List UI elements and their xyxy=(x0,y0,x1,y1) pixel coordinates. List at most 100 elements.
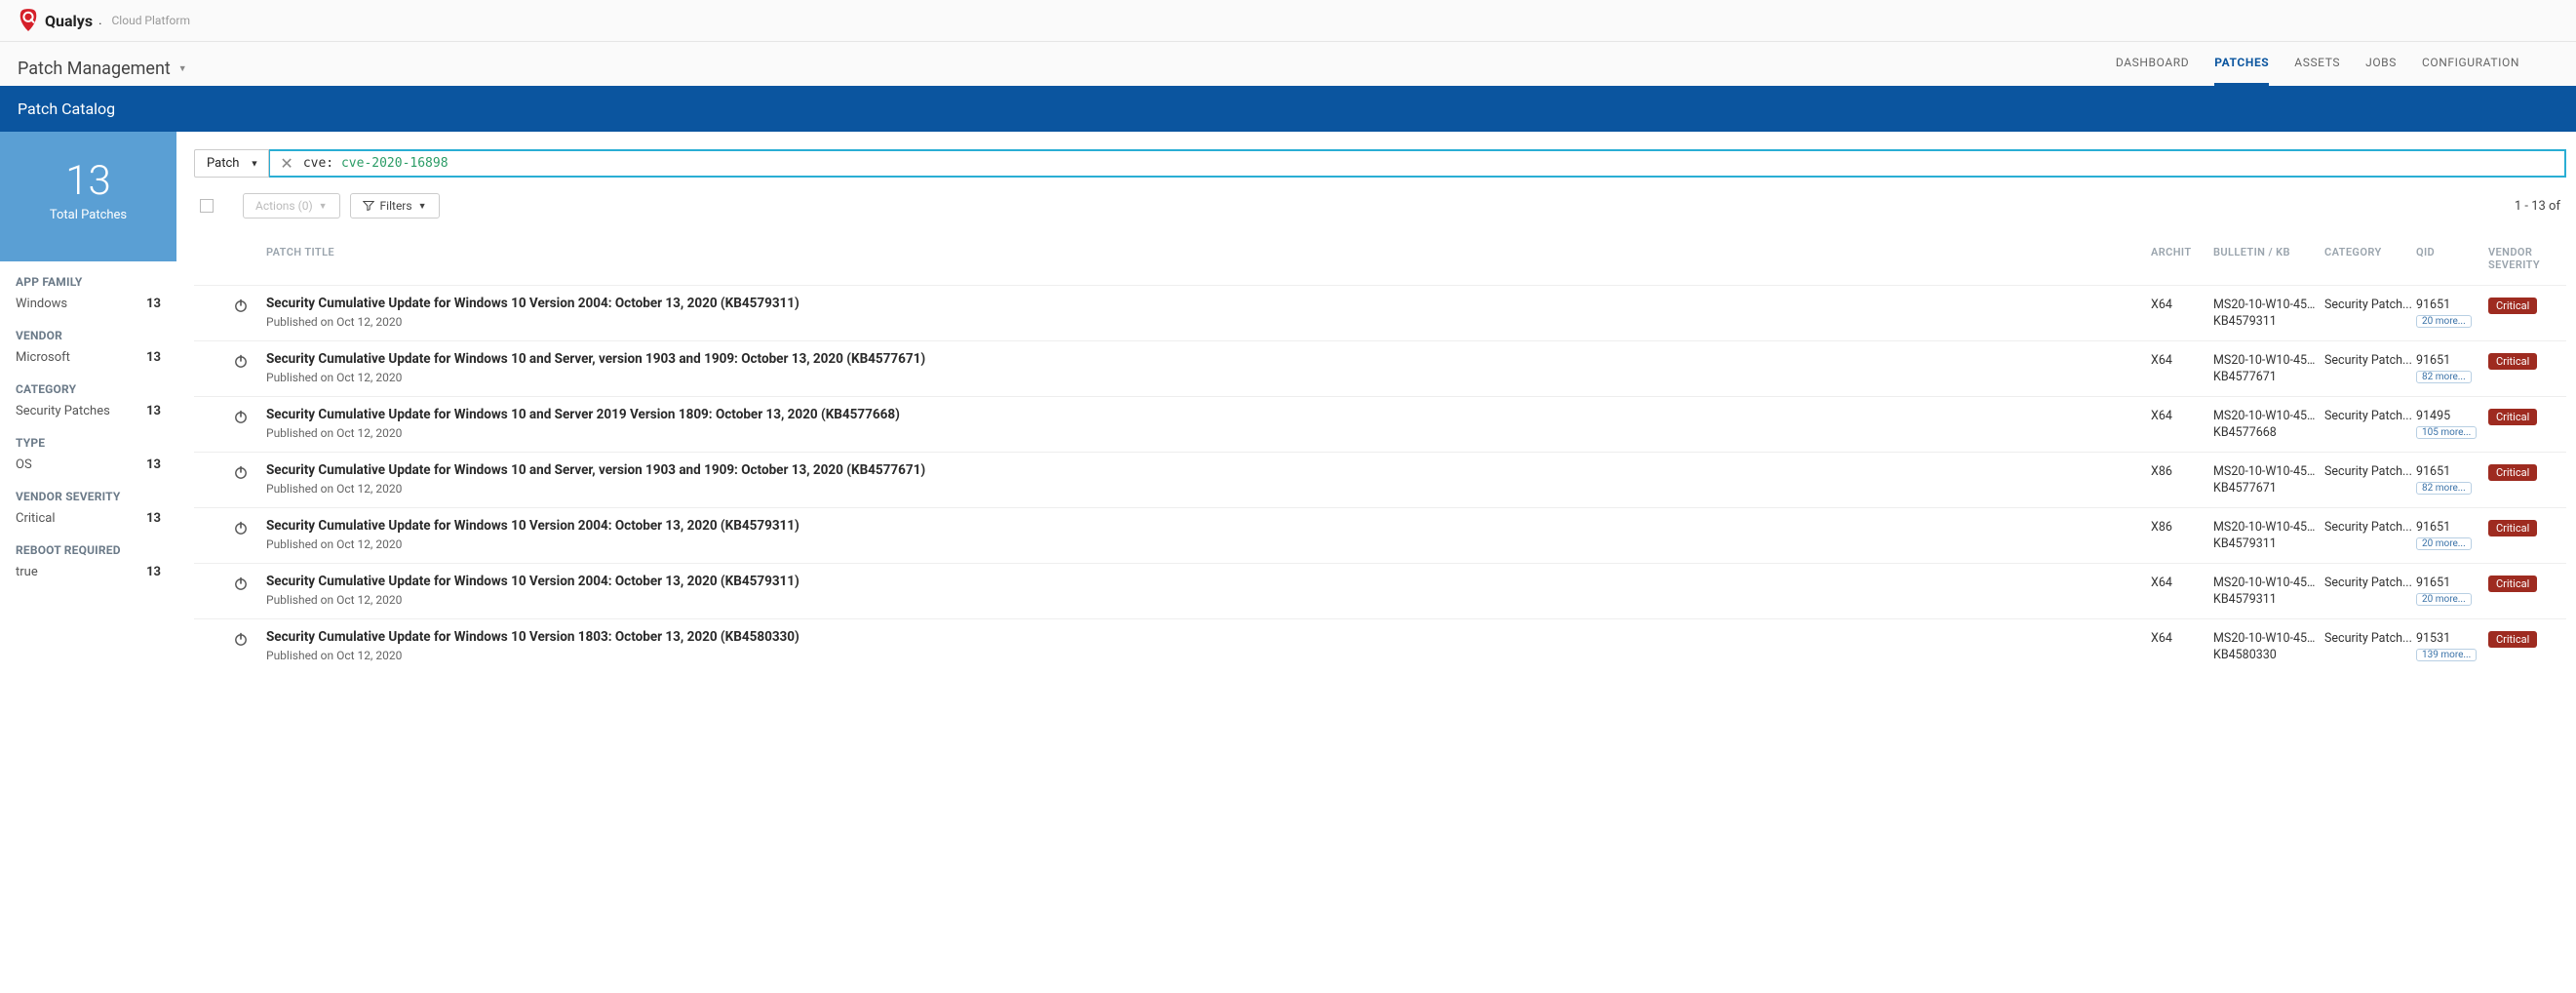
qid-more-pill[interactable]: 82 more... xyxy=(2416,371,2472,383)
col-severity[interactable]: VENDOR SEVERITY xyxy=(2488,246,2566,271)
category-cell: Security Patch... xyxy=(2324,407,2412,423)
facet-label: OS xyxy=(16,457,32,472)
facet-count: 13 xyxy=(146,297,161,311)
qid-cell: 9165120 more... xyxy=(2416,518,2484,550)
qid-cell: 9165120 more... xyxy=(2416,574,2484,606)
severity-cell: Critical xyxy=(2488,296,2566,314)
table-row[interactable]: Security Cumulative Update for Windows 1… xyxy=(194,396,2566,452)
patch-table: PATCH TITLE ARCHIT BULLETIN / KB CATEGOR… xyxy=(194,238,2566,674)
qid-more-pill[interactable]: 139 more... xyxy=(2416,649,2477,661)
funnel-icon xyxy=(363,200,374,212)
facet-row[interactable]: Security Patches13 xyxy=(16,402,161,420)
severity-cell: Critical xyxy=(2488,574,2566,592)
patch-title-cell: Security Cumulative Update for Windows 1… xyxy=(266,518,2147,551)
patch-published: Published on Oct 12, 2020 xyxy=(266,315,2147,329)
clear-icon[interactable]: ✕ xyxy=(280,156,293,172)
qid-more-pill[interactable]: 20 more... xyxy=(2416,593,2472,606)
arch-cell: X64 xyxy=(2151,574,2209,590)
facet-row[interactable]: true13 xyxy=(16,563,161,581)
table-row[interactable]: Security Cumulative Update for Windows 1… xyxy=(194,618,2566,674)
qid-more-pill[interactable]: 20 more... xyxy=(2416,315,2472,328)
facet-count: 13 xyxy=(146,457,161,472)
search-scope-select[interactable]: Patch xyxy=(194,149,269,178)
facet-row[interactable]: Windows 13 xyxy=(16,295,161,313)
facet-row[interactable]: Critical13 xyxy=(16,509,161,528)
nav-tab-assets[interactable]: ASSETS xyxy=(2294,52,2340,86)
facet-label: Microsoft xyxy=(16,350,70,365)
col-archit[interactable]: ARCHIT xyxy=(2151,246,2209,271)
nav-tab-dashboard[interactable]: DASHBOARD xyxy=(2116,52,2189,86)
facet-row[interactable]: OS 13 xyxy=(16,456,161,474)
qualys-shield-icon xyxy=(18,8,39,33)
severity-badge: Critical xyxy=(2488,520,2537,536)
col-bulletin[interactable]: BULLETIN / KB xyxy=(2213,246,2321,271)
reboot-icon xyxy=(194,574,262,591)
search-input[interactable]: ✕ cve: cve-2020-16898 xyxy=(268,149,2566,178)
patch-title[interactable]: Security Cumulative Update for Windows 1… xyxy=(266,462,2147,480)
severity-cell: Critical xyxy=(2488,462,2566,481)
qid-cell: 91495105 more... xyxy=(2416,407,2484,439)
table-row[interactable]: Security Cumulative Update for Windows 1… xyxy=(194,340,2566,396)
facet-title: VENDOR xyxy=(16,329,161,342)
table-row[interactable]: Security Cumulative Update for Windows 1… xyxy=(194,285,2566,340)
severity-badge: Critical xyxy=(2488,298,2537,314)
facet-title: APP FAMILY xyxy=(16,275,161,289)
col-qid[interactable]: QID xyxy=(2416,246,2484,271)
qid-cell: 9165182 more... xyxy=(2416,351,2484,383)
select-all-checkbox[interactable] xyxy=(200,199,214,213)
nav-tab-patches[interactable]: PATCHES xyxy=(2214,52,2269,86)
category-cell: Security Patch... xyxy=(2324,629,2412,646)
nav-tab-jobs[interactable]: JOBS xyxy=(2365,52,2397,86)
patch-title[interactable]: Security Cumulative Update for Windows 1… xyxy=(266,629,2147,647)
category-cell: Security Patch... xyxy=(2324,296,2412,312)
reboot-icon xyxy=(194,351,262,369)
qid-more-pill[interactable]: 82 more... xyxy=(2416,482,2472,495)
col-category[interactable]: CATEGORY xyxy=(2324,246,2412,271)
reboot-icon xyxy=(194,518,262,536)
patch-title[interactable]: Security Cumulative Update for Windows 1… xyxy=(266,574,2147,591)
severity-cell: Critical xyxy=(2488,407,2566,425)
facet-group: CATEGORY Security Patches13 xyxy=(16,382,161,420)
patch-title-cell: Security Cumulative Update for Windows 1… xyxy=(266,296,2147,329)
facet-title: VENDOR SEVERITY xyxy=(16,490,161,503)
actions-button[interactable]: Actions (0) ▼ xyxy=(243,193,340,218)
facet-label: Windows xyxy=(16,297,67,311)
patch-title-cell: Security Cumulative Update for Windows 1… xyxy=(266,462,2147,496)
severity-badge: Critical xyxy=(2488,409,2537,425)
patch-title[interactable]: Security Cumulative Update for Windows 1… xyxy=(266,351,2147,369)
facet-label: Critical xyxy=(16,511,55,526)
search-row: Patch ✕ cve: cve-2020-16898 xyxy=(194,149,2566,178)
qid-more-pill[interactable]: 105 more... xyxy=(2416,426,2477,439)
facet-group: VENDOR SEVERITY Critical13 xyxy=(16,490,161,528)
facet-title: REBOOT REQUIRED xyxy=(16,543,161,557)
chevron-down-icon: ▼ xyxy=(319,201,328,212)
facet-count: 13 xyxy=(146,565,161,579)
facet-row[interactable]: Microsoft13 xyxy=(16,348,161,367)
reboot-icon xyxy=(194,407,262,424)
bulletin-cell: MS20-10-W10-457...KB4579311 xyxy=(2213,296,2321,329)
table-row[interactable]: Security Cumulative Update for Windows 1… xyxy=(194,507,2566,563)
nav-tab-configuration[interactable]: CONFIGURATION xyxy=(2422,52,2519,86)
patch-title-cell: Security Cumulative Update for Windows 1… xyxy=(266,351,2147,384)
filters-button[interactable]: Filters ▼ xyxy=(350,193,440,218)
severity-cell: Critical xyxy=(2488,518,2566,536)
patch-title[interactable]: Security Cumulative Update for Windows 1… xyxy=(266,296,2147,313)
filters-label: Filters xyxy=(380,199,412,213)
col-title[interactable]: PATCH TITLE xyxy=(266,246,2147,271)
actions-label: Actions (0) xyxy=(255,199,313,213)
table-row[interactable]: Security Cumulative Update for Windows 1… xyxy=(194,452,2566,507)
chevron-down-icon: ▼ xyxy=(418,201,427,212)
facet-list: APP FAMILYWindows13VENDORMicrosoft13CATE… xyxy=(0,261,176,611)
qid-cell: 9165120 more... xyxy=(2416,296,2484,328)
table-row[interactable]: Security Cumulative Update for Windows 1… xyxy=(194,563,2566,618)
brand-name: Qualys xyxy=(45,12,93,30)
facet-title: CATEGORY xyxy=(16,382,161,396)
qid-more-pill[interactable]: 20 more... xyxy=(2416,537,2472,550)
category-cell: Security Patch... xyxy=(2324,462,2412,479)
bulletin-cell: MS20-10-W10-457...KB4579311 xyxy=(2213,574,2321,607)
nav-tabs: DASHBOARD PATCHES ASSETS JOBS CONFIGURATION xyxy=(2116,52,2558,86)
module-switcher[interactable]: Patch Management ▼ xyxy=(18,59,187,79)
patch-title[interactable]: Security Cumulative Update for Windows 1… xyxy=(266,518,2147,536)
patch-title[interactable]: Security Cumulative Update for Windows 1… xyxy=(266,407,2147,424)
facet-group: VENDOR Microsoft13 xyxy=(16,329,161,367)
